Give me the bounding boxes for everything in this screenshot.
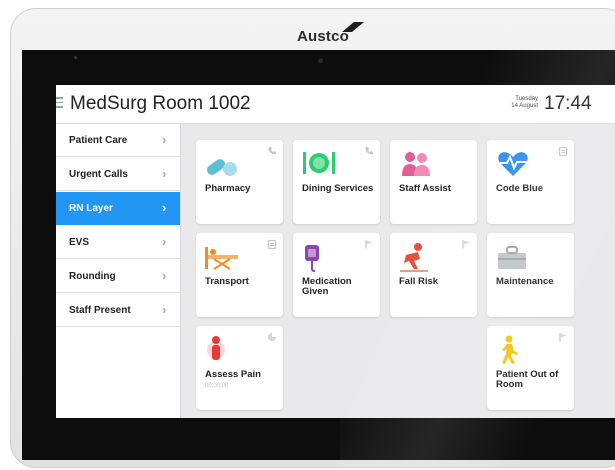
tile-label: Maintenance (496, 276, 554, 287)
pills-icon (206, 159, 237, 176)
toolbox-icon (498, 246, 526, 269)
tile-label: Staff Assist (399, 183, 451, 194)
day-label: Tuesday (515, 96, 538, 102)
phone-icon (365, 147, 373, 155)
chevron-right-icon: › (162, 234, 167, 249)
header-bar: MedSurg Room 1002 ⌄ Tuesday 14 August 17… (56, 85, 615, 124)
chevron-right-icon: › (162, 200, 167, 215)
flag-icon (365, 240, 373, 249)
chevron-right-icon: › (162, 302, 167, 317)
heart-pulse-icon (498, 152, 528, 176)
tile-label: Fall Risk (399, 276, 439, 287)
sidebar-item-rounding[interactable]: Rounding › (56, 260, 180, 293)
sidebar-item-label: Patient Care (69, 135, 128, 146)
clock-time: 17:44 (544, 93, 592, 114)
sidebar-item-label: RN Layer (69, 203, 113, 214)
chevron-down-icon[interactable]: ⌄ (230, 97, 240, 111)
iv-bag-icon (305, 245, 319, 272)
tile-label: Patient Out of Room (496, 369, 559, 390)
stretcher-icon (205, 247, 238, 270)
camera-icon (318, 58, 323, 63)
date-label: 14 August (511, 103, 538, 109)
sidebar-item-label: Staff Present (69, 305, 131, 316)
brand-logo-icon (342, 22, 364, 32)
date-display: Tuesday 14 August (492, 96, 538, 110)
staff-icon (402, 152, 430, 176)
flag-icon (559, 333, 567, 342)
tile-maintenance[interactable]: Maintenance (487, 233, 574, 317)
sidebar-item-label: Urgent Calls (69, 169, 128, 180)
tile-label: Assess Pain (205, 369, 261, 380)
walking-icon (502, 335, 518, 364)
pain-icon (207, 336, 225, 360)
tile-timer-value: 00:00:00 (205, 383, 229, 389)
tile-fall-risk[interactable]: Fall Risk (390, 233, 477, 317)
sidebar-item-rn-layer[interactable]: RN Layer › (56, 192, 180, 225)
sensor-icon (74, 56, 77, 59)
tile-label: Pharmacy (205, 183, 251, 194)
sidebar-item-evs[interactable]: EVS › (56, 226, 180, 259)
flag-icon (462, 240, 470, 249)
sidebar-item-patient-care[interactable]: Patient Care › (56, 124, 180, 157)
sidebar-item-label: EVS (69, 237, 90, 248)
phone-icon (268, 147, 276, 155)
tile-label: Medication Given (302, 276, 352, 297)
timer-icon (268, 333, 276, 341)
chevron-right-icon: › (162, 268, 167, 283)
tile-assess-pain[interactable]: Assess Pain 00:00:00 (196, 326, 283, 410)
tile-label: Dining Services (302, 183, 374, 194)
tile-staff-assist[interactable]: Staff Assist (390, 140, 477, 224)
sidebar-item-label: Rounding (69, 271, 116, 282)
hamburger-menu-icon[interactable] (56, 97, 63, 109)
tile-transport[interactable]: Transport (196, 233, 283, 317)
clipboard-icon (558, 146, 568, 156)
dining-icon (303, 152, 335, 174)
sidebar: Patient Care › Urgent Calls › RN Layer ›… (56, 124, 181, 418)
tile-code-blue[interactable]: Code Blue (487, 140, 574, 224)
tile-label: Code Blue (496, 183, 543, 194)
chevron-right-icon: › (162, 132, 167, 147)
tile-patient-out-of-room[interactable]: Patient Out of Room (487, 326, 574, 410)
tile-pharmacy[interactable]: Pharmacy (196, 140, 283, 224)
fall-icon (400, 243, 428, 272)
tile-label: Transport (205, 276, 249, 287)
app-screen: MedSurg Room 1002 ⌄ Tuesday 14 August 17… (56, 85, 615, 418)
sidebar-item-urgent-calls[interactable]: Urgent Calls › (56, 158, 180, 191)
clipboard-icon (267, 239, 277, 249)
chevron-right-icon: › (162, 166, 167, 181)
tile-dining-services[interactable]: Dining Services (293, 140, 380, 224)
sidebar-item-staff-present[interactable]: Staff Present › (56, 294, 180, 327)
tile-medication-given[interactable]: Medication Given (293, 233, 380, 317)
room-title[interactable]: MedSurg Room 1002 (70, 93, 251, 115)
